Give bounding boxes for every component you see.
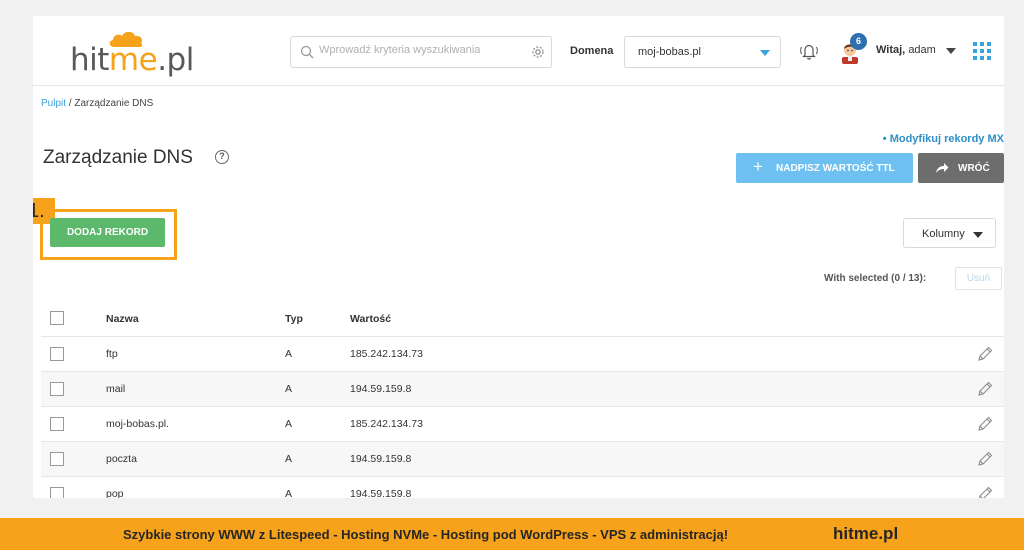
promo-banner-text: Szybkie strony WWW z Litespeed - Hosting…: [123, 527, 729, 542]
user-menu[interactable]: Witaj, adam: [876, 44, 936, 56]
logo-part-me: me: [108, 42, 158, 78]
select-all-checkbox[interactable]: [50, 311, 64, 325]
table-row: poczta A 194.59.159.8: [41, 442, 1004, 477]
record-value: 194.59.159.8: [350, 488, 412, 498]
apps-grid-icon[interactable]: [973, 42, 991, 60]
promo-banner[interactable]: Szybkie strony WWW z Litespeed - Hosting…: [0, 518, 1024, 550]
override-ttl-button[interactable]: + NADPISZ WARTOŚĆ TTL: [736, 153, 913, 183]
search-box[interactable]: [290, 36, 552, 68]
notification-badge: 6: [850, 33, 867, 50]
table-header-row: Nazwa Typ Wartość: [41, 301, 1004, 337]
columns-dropdown[interactable]: Kolumny: [903, 218, 996, 248]
table-row: moj-bobas.pl. A 185.242.134.73: [41, 407, 1004, 442]
override-ttl-label: NADPISZ WARTOŚĆ TTL: [776, 163, 895, 174]
search-input[interactable]: [319, 44, 519, 56]
caret-down-icon: [973, 232, 983, 238]
greeting-user: adam: [908, 44, 936, 56]
back-button[interactable]: WRÓĆ: [918, 153, 1004, 183]
record-type: A: [285, 418, 293, 430]
logo[interactable]: hitme.pl: [70, 30, 194, 78]
dns-table: Nazwa Typ Wartość ftp A 185.242.134.73 m…: [41, 301, 1004, 498]
with-selected-label: With selected (0 / 13):: [824, 273, 927, 284]
plus-icon: +: [753, 157, 763, 176]
promo-banner-brand: hitme.pl: [833, 524, 899, 543]
record-name: moj-bobas.pl.: [106, 418, 170, 430]
table-row: ftp A 185.242.134.73: [41, 337, 1004, 372]
bell-icon[interactable]: [798, 40, 820, 62]
user-menu-caret-icon[interactable]: [946, 48, 956, 54]
modify-mx-link[interactable]: • Modyfikuj rekordy MX: [883, 133, 1004, 145]
record-type: A: [285, 453, 293, 465]
record-value: 194.59.159.8: [350, 453, 412, 465]
record-name: mail: [106, 383, 126, 395]
logo-text: hitme.pl: [70, 42, 194, 78]
record-type: A: [285, 383, 293, 395]
row-checkbox[interactable]: [50, 382, 64, 396]
column-header-name[interactable]: Nazwa: [106, 313, 139, 325]
pencil-icon[interactable]: [976, 415, 994, 433]
domain-select[interactable]: moj-bobas.pl: [624, 36, 781, 68]
row-checkbox[interactable]: [50, 347, 64, 361]
column-header-value[interactable]: Wartość: [350, 313, 391, 325]
pencil-icon[interactable]: [976, 485, 994, 498]
pencil-icon[interactable]: [976, 380, 994, 398]
row-checkbox[interactable]: [50, 417, 64, 431]
table-row: pop A 194.59.159.8: [41, 477, 1004, 498]
pencil-icon[interactable]: [976, 345, 994, 363]
record-name: poczta: [106, 453, 137, 465]
pencil-icon[interactable]: [976, 450, 994, 468]
record-name: pop: [106, 488, 124, 498]
page-title: Zarządzanie DNS: [43, 147, 193, 168]
share-arrow-icon: [936, 163, 949, 173]
help-icon[interactable]: ?: [215, 150, 229, 164]
breadcrumb-root-link[interactable]: Pulpit: [41, 98, 66, 109]
domain-select-value: moj-bobas.pl: [638, 46, 701, 58]
add-record-button[interactable]: DODAJ REKORD: [50, 218, 165, 247]
row-checkbox[interactable]: [50, 452, 64, 466]
breadcrumb-current: Zarządzanie DNS: [74, 98, 154, 109]
record-value: 194.59.159.8: [350, 383, 412, 395]
table-row: mail A 194.59.159.8: [41, 372, 1004, 407]
record-name: ftp: [106, 348, 118, 360]
remove-button[interactable]: Usuń: [955, 267, 1002, 290]
greeting-prefix: Witaj,: [876, 44, 906, 56]
top-header: hitme.pl Domena moj-bobas.pl: [33, 16, 1004, 86]
record-value: 185.242.134.73: [350, 348, 423, 360]
row-checkbox[interactable]: [50, 487, 64, 498]
domain-label: Domena: [570, 45, 614, 57]
record-type: A: [285, 488, 293, 498]
gear-icon[interactable]: [531, 45, 545, 59]
logo-part-pl: .pl: [157, 42, 194, 78]
logo-part-hit: hit: [70, 42, 109, 78]
breadcrumb: Pulpit / Zarządzanie DNS: [41, 98, 153, 109]
app-frame: hitme.pl Domena moj-bobas.pl: [33, 16, 1004, 498]
record-type: A: [285, 348, 293, 360]
columns-label: Kolumny: [922, 228, 965, 240]
chevron-down-icon: [760, 50, 770, 56]
search-icon: [300, 45, 314, 59]
back-label: WRÓĆ: [958, 163, 990, 174]
column-header-type[interactable]: Typ: [285, 313, 303, 325]
record-value: 185.242.134.73: [350, 418, 423, 430]
